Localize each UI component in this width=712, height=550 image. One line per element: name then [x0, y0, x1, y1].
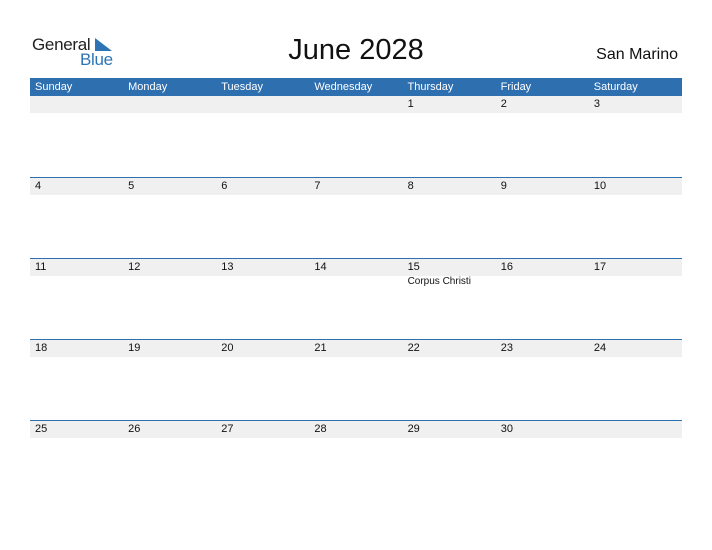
day-number: 18: [35, 342, 48, 354]
week-row: 25 26 27 28 29 30: [30, 420, 682, 502]
day-cell: [589, 421, 682, 502]
day-cell: 1: [403, 96, 496, 177]
weekday-header: Sunday Monday Tuesday Wednesday Thursday…: [30, 78, 682, 96]
day-cell: 15 Corpus Christi: [403, 259, 496, 340]
day-cell: 7: [309, 178, 402, 259]
week-row: 11 12 13 14 15 Corpus Christi 16 17: [30, 258, 682, 340]
day-number: 30: [500, 423, 513, 435]
weekday-sunday: Sunday: [35, 81, 73, 93]
week-row: 18 19 20 21 22 23 24: [30, 339, 682, 421]
day-number: 2: [500, 98, 507, 110]
day-number: 28: [314, 423, 327, 435]
day-cell: 22: [403, 340, 496, 421]
day-number: 15: [407, 261, 420, 273]
day-number: 5: [128, 180, 135, 192]
day-cell: 20: [216, 340, 309, 421]
country-label: San Marino: [596, 46, 678, 63]
day-cell: 13: [216, 259, 309, 340]
day-cell: 16: [496, 259, 589, 340]
day-cell: 25: [30, 421, 123, 502]
day-number: 22: [407, 342, 420, 354]
day-cell: 18: [30, 340, 123, 421]
day-number: 20: [221, 342, 234, 354]
day-number: 6: [221, 180, 228, 192]
day-number: 4: [35, 180, 42, 192]
day-cell: 9: [496, 178, 589, 259]
day-number: 17: [593, 261, 607, 273]
day-number: 12: [128, 261, 141, 273]
weekday-saturday: Saturday: [593, 81, 638, 93]
weekday-tuesday: Tuesday: [221, 81, 264, 93]
day-number: 27: [221, 423, 234, 435]
weekday-thursday: Thursday: [407, 81, 454, 93]
day-cell: 14: [309, 259, 402, 340]
holiday-label: Corpus Christi: [407, 276, 471, 287]
weekday-friday: Friday: [500, 81, 532, 93]
day-cell: 5: [123, 178, 216, 259]
day-cell: 23: [496, 340, 589, 421]
day-cell: 24: [589, 340, 682, 421]
day-cell: 28: [309, 421, 402, 502]
day-number: 21: [314, 342, 327, 354]
day-number: 19: [128, 342, 141, 354]
day-number: 3: [593, 98, 600, 110]
day-cell: 11: [30, 259, 123, 340]
day-cell: 4: [30, 178, 123, 259]
day-cell: 27: [216, 421, 309, 502]
week-row: 1 2 3: [30, 96, 682, 177]
week-row: 4 5 6 7 8 9 10: [30, 177, 682, 259]
weekday-wednesday: Wednesday: [314, 81, 373, 93]
day-number: 8: [407, 180, 414, 192]
day-cell: 26: [123, 421, 216, 502]
day-cell: [216, 96, 309, 177]
day-cell: 17: [589, 259, 682, 340]
day-cell: 8: [403, 178, 496, 259]
day-cell: 2: [496, 96, 589, 177]
day-number: 9: [500, 180, 507, 192]
day-cell: 10: [589, 178, 682, 259]
day-cell: [309, 96, 402, 177]
day-number: 11: [35, 261, 47, 273]
day-number: 25: [35, 423, 48, 435]
day-number: 23: [500, 342, 513, 354]
day-cell: 3: [589, 96, 682, 177]
day-number: 24: [593, 342, 607, 354]
day-number: 16: [500, 261, 513, 273]
day-cell: [123, 96, 216, 177]
day-cell: 6: [216, 178, 309, 259]
day-number: 13: [221, 261, 234, 273]
day-cell: 12: [123, 259, 216, 340]
day-cell: [30, 96, 123, 177]
day-number: 1: [407, 98, 414, 110]
day-cell: 29: [403, 421, 496, 502]
day-number: 29: [407, 423, 420, 435]
weekday-monday: Monday: [128, 81, 168, 93]
day-number: 26: [128, 423, 141, 435]
day-number: 10: [593, 180, 607, 192]
day-cell: 30: [496, 421, 589, 502]
day-cell: 21: [309, 340, 402, 421]
day-number: 14: [314, 261, 327, 273]
day-number: 7: [314, 180, 321, 192]
day-cell: 19: [123, 340, 216, 421]
